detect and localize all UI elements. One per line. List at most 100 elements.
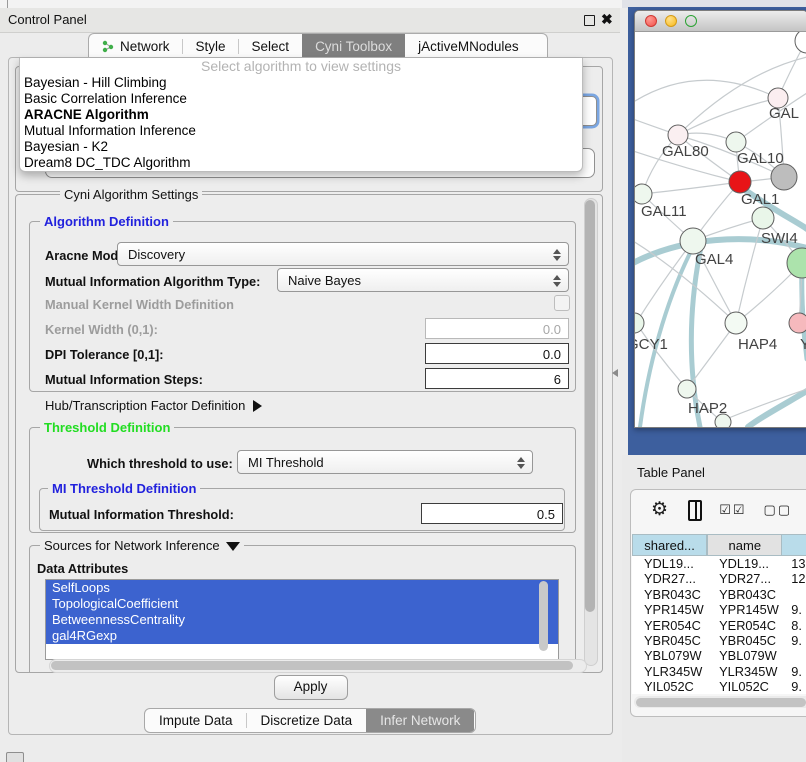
split-pane-collapse-icon[interactable]: [612, 369, 618, 377]
table-cell: 8.: [781, 618, 806, 633]
group-title: MI Threshold Definition: [48, 481, 200, 496]
dropdown-item[interactable]: ARACNE Algorithm: [20, 107, 582, 123]
settings-hscrollbar-thumb[interactable]: [51, 661, 573, 670]
network-edge: [642, 182, 740, 194]
settings-scrollbar-thumb[interactable]: [585, 200, 595, 612]
table-row[interactable]: YBR043CYBR043C: [632, 587, 806, 602]
network-window-titlebar[interactable]: [635, 11, 806, 32]
unchecked-columns-icon[interactable]: ▢▢: [764, 502, 793, 518]
tab-jactivemnodules[interactable]: jActiveMNodules: [405, 34, 532, 59]
table-row[interactable]: YBL079WYBL079W: [632, 648, 806, 663]
table-cell: 9.: [781, 602, 806, 617]
hub-expander[interactable]: Hub/Transcription Factor Definition: [45, 398, 262, 413]
table-cell: YBL079W: [632, 648, 707, 663]
mi-steps-field[interactable]: 6: [425, 368, 569, 389]
mi-steps-label: Mutual Information Steps:: [45, 372, 203, 387]
apply-button[interactable]: Apply: [274, 675, 348, 700]
algorithm-dropdown-popup: Select algorithm to view settings Bayesi…: [19, 58, 583, 172]
dropdown-item[interactable]: Dream8 DC_TDC Algorithm: [20, 155, 582, 171]
column-header-partial[interactable]: [781, 534, 806, 556]
network-view-window[interactable]: GALGAL80GAL10GAL1GAL11SWI4GAL4GCY1HAP4YH…: [634, 10, 806, 428]
network-node-label: GAL11: [641, 203, 687, 220]
table-row[interactable]: YDR27...YDR27...12: [632, 571, 806, 586]
network-node-label: Y: [800, 336, 806, 353]
mi-type-combo[interactable]: Naive Bayes: [277, 268, 569, 292]
mac-close-button[interactable]: [645, 15, 657, 27]
tab-impute-data[interactable]: Impute Data: [145, 709, 247, 732]
dpi-tolerance-field[interactable]: 0.0: [425, 343, 569, 364]
which-threshold-label: Which threshold to use:: [87, 456, 233, 471]
table-cell: YLR345W: [632, 664, 707, 679]
tab-discretize-data[interactable]: Discretize Data: [247, 709, 367, 732]
network-node[interactable]: [787, 248, 806, 278]
network-node[interactable]: [668, 125, 688, 145]
tab-infer-network[interactable]: Infer Network: [366, 709, 474, 732]
dropdown-item[interactable]: Basic Correlation Inference: [20, 91, 582, 107]
kernel-width-field[interactable]: 0.0: [425, 318, 569, 339]
network-node-label: GAL: [769, 105, 799, 122]
tab-cyni-toolbox[interactable]: Cyni Toolbox: [302, 34, 405, 59]
table-cell: 12: [781, 571, 806, 586]
table-row[interactable]: YLR345WYLR345W9.: [632, 664, 806, 679]
table-row[interactable]: YIL052CYIL052C9.: [632, 679, 806, 694]
tab-select[interactable]: Select: [239, 34, 303, 59]
table-cell: [781, 648, 806, 663]
column-header-shared-name[interactable]: shared...: [632, 534, 707, 556]
tab-label: Select: [252, 39, 290, 54]
which-threshold-combo[interactable]: MI Threshold: [237, 450, 533, 474]
network-canvas[interactable]: GALGAL80GAL10GAL1GAL11SWI4GAL4GCY1HAP4YH…: [635, 32, 806, 427]
network-node[interactable]: [715, 414, 731, 427]
combo-spinner-icon: [553, 273, 562, 289]
column-header-name[interactable]: name: [707, 534, 781, 556]
float-window-icon[interactable]: [584, 15, 595, 26]
network-node-label: HAP4: [738, 336, 777, 353]
attribute-list-item[interactable]: gal4RGexp: [46, 628, 558, 644]
network-node-label: GAL1: [741, 191, 779, 208]
table-row[interactable]: YPR145WYPR145W9.: [632, 602, 806, 617]
table-cell: YER054C: [707, 618, 781, 633]
dropdown-item[interactable]: Bayesian - Hill Climbing: [20, 75, 582, 91]
network-node[interactable]: [729, 171, 751, 193]
docked-panel-icon[interactable]: [6, 752, 24, 762]
manual-kernel-checkbox[interactable]: [554, 295, 570, 311]
data-attributes-list[interactable]: SelfLoopsTopologicalCoefficientBetweenne…: [45, 579, 559, 660]
data-attributes-label: Data Attributes: [37, 561, 128, 576]
tab-label: Cyni Toolbox: [315, 39, 392, 54]
table-header: shared... name: [632, 534, 806, 556]
table-hscrollbar[interactable]: [634, 696, 806, 708]
tab-network[interactable]: Network: [89, 34, 183, 59]
tab-style[interactable]: Style: [183, 34, 239, 59]
checked-columns-icon[interactable]: ☑☑: [719, 502, 746, 518]
dropdown-item[interactable]: Bayesian - K2: [20, 139, 582, 155]
table-row[interactable]: YDL19...YDL19...13: [632, 556, 806, 571]
gear-icon[interactable]: ⚙: [651, 495, 668, 525]
network-node[interactable]: [789, 313, 806, 333]
tab-label: Style: [196, 39, 226, 54]
dropdown-item[interactable]: Mutual Information Inference: [20, 123, 582, 139]
aracne-mode-combo[interactable]: Discovery: [117, 242, 569, 266]
sources-expander[interactable]: Sources for Network Inference: [40, 538, 244, 553]
network-node[interactable]: [635, 184, 652, 204]
network-node-label: GCY1: [635, 336, 668, 353]
network-node[interactable]: [771, 164, 797, 190]
network-node[interactable]: [795, 32, 806, 53]
attribute-list-item[interactable]: BetweennessCentrality: [46, 612, 558, 628]
mac-zoom-button[interactable]: [685, 15, 697, 27]
close-icon[interactable]: ✖: [601, 11, 613, 28]
network-node[interactable]: [726, 132, 746, 152]
table-row[interactable]: YER054CYER054C8.: [632, 618, 806, 633]
network-node[interactable]: [725, 312, 747, 334]
network-node[interactable]: [678, 380, 696, 398]
attribute-list-item[interactable]: SelfLoops: [46, 580, 558, 596]
network-node[interactable]: [635, 313, 644, 333]
attribute-list-item[interactable]: TopologicalCoefficient: [46, 596, 558, 612]
mi-threshold-field[interactable]: 0.5: [421, 503, 563, 524]
attributes-scrollbar-thumb[interactable]: [539, 581, 548, 651]
column-layout-icon[interactable]: [688, 500, 702, 521]
network-node[interactable]: [752, 207, 774, 229]
table-row[interactable]: YBR045CYBR045C9.: [632, 633, 806, 648]
tab-label: Infer Network: [380, 713, 460, 728]
mac-minimize-button[interactable]: [665, 15, 677, 27]
group-title: Cyni Algorithm Settings: [60, 187, 202, 202]
table-toolbar: ⚙ ☑☑ ▢▢: [631, 494, 806, 526]
